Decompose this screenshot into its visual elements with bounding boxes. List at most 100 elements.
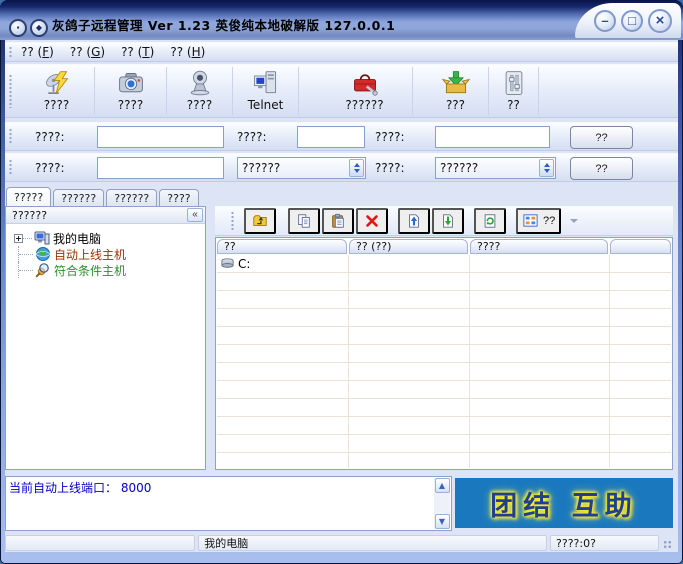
tab-4[interactable]: ???? — [159, 189, 198, 206]
tab-2[interactable]: ?????? — [53, 189, 104, 206]
screen-capture-icon — [116, 69, 146, 97]
field1-label: ????: — [35, 130, 65, 144]
refresh-button[interactable] — [474, 208, 506, 234]
field1-input[interactable] — [97, 126, 224, 148]
titlebar: ▪ ◆ 灰鸽子远程管理 Ver 1.23 英俊纯本地破解版 127.0.0.1 … — [0, 0, 683, 40]
webcam-icon — [185, 69, 215, 97]
file-manager-panel: ?? ?? ?? (??) ???? C: — [215, 206, 673, 470]
status-bar: 我的电脑 ????:0? — [5, 534, 672, 552]
status-panel-2: 我的电脑 — [198, 535, 547, 551]
download-button[interactable] — [432, 208, 464, 234]
scroll-up-icon[interactable]: ▲ — [435, 478, 450, 493]
my-computer-icon — [34, 230, 50, 246]
close-button[interactable]: × — [648, 9, 672, 33]
row2-action-button[interactable]: ?? — [570, 157, 633, 180]
log-scrollbar[interactable]: ▲ ▼ — [434, 478, 450, 529]
rebar-gripper[interactable] — [9, 74, 12, 107]
combo-box-2[interactable]: ?????? — [435, 157, 556, 179]
dropdown-caret-icon[interactable] — [570, 219, 578, 223]
rebar-gripper[interactable] — [9, 159, 12, 176]
remote-control-icon — [42, 69, 72, 97]
file-list: ?? ?? (??) ???? C: — [215, 237, 673, 470]
banner-text: 团结 互助 — [490, 484, 637, 523]
spinner-icon[interactable] — [349, 159, 364, 177]
tree-item-auto-online-hosts[interactable]: 自动上线主机 — [6, 246, 205, 262]
telnet-icon — [251, 69, 281, 97]
toolbox-icon — [350, 69, 380, 97]
toolbar-button-screen-capture[interactable]: ???? — [95, 67, 167, 115]
view-grid-icon — [522, 212, 539, 229]
folder-up-button[interactable] — [244, 208, 276, 234]
combo-box-1[interactable]: ?????? — [237, 157, 366, 179]
maximize-icon: □ — [628, 14, 636, 27]
expand-plus-icon[interactable] — [14, 234, 23, 243]
toolbar-button-settings[interactable]: ?? — [489, 67, 539, 115]
menu-items: ?? (F) ?? (G) ?? (T) ?? (H) — [21, 43, 205, 61]
view-mode-button[interactable]: ?? — [516, 208, 561, 234]
rebar-gripper[interactable] — [231, 211, 234, 231]
upload-icon — [406, 211, 422, 231]
drive-icon — [220, 256, 235, 271]
tab-3[interactable]: ?????? — [106, 189, 157, 206]
refresh-icon — [482, 211, 498, 231]
status-panel-1 — [5, 535, 195, 551]
tab-bar: ????? ?????? ?????? ???? — [6, 187, 199, 206]
folder-up-icon — [252, 211, 268, 231]
download-icon — [440, 211, 456, 231]
field4-label: ????: — [35, 161, 65, 175]
toolbar-button-telnet[interactable]: Telnet — [233, 67, 299, 115]
host-tree-header: ?????? « — [6, 207, 205, 224]
toolbar-button-download[interactable]: ??? — [423, 67, 489, 115]
field2-input[interactable] — [297, 126, 365, 148]
connection-bar-1: ????: ????: ????: ?? — [5, 122, 678, 151]
host-tree-panel: ?????? « 我的电脑 自动上线主机 — [5, 206, 206, 470]
titlebar-rollup-button[interactable]: ▪ — [9, 19, 27, 37]
scroll-down-icon[interactable]: ▼ — [435, 514, 450, 529]
menu-item-t[interactable]: ?? (T) — [121, 45, 154, 59]
client-area: ?? (F) ?? (G) ?? (T) ?? (H) ???? ???? — [5, 40, 678, 552]
globe-icon — [35, 246, 51, 262]
menu-bar: ?? (F) ?? (G) ?? (T) ?? (H) — [5, 42, 678, 62]
field3-input[interactable] — [435, 126, 550, 148]
minimize-button[interactable]: – — [594, 10, 616, 32]
rebar-gripper[interactable] — [9, 46, 12, 58]
delete-button[interactable] — [356, 208, 388, 234]
maximize-button[interactable]: □ — [621, 10, 643, 32]
copy-icon — [296, 211, 312, 231]
column-header-extra[interactable] — [610, 239, 671, 254]
close-icon: × — [656, 13, 665, 28]
log-line: 当前自动上线端口： 8000 — [9, 479, 151, 496]
main-toolbar-buttons: ???? ???? ???? Telnet ?????? — [19, 67, 539, 115]
minimize-icon: – — [601, 14, 608, 27]
paste-button[interactable] — [322, 208, 354, 234]
row1-action-button[interactable]: ?? — [570, 126, 633, 149]
toolbar-button-webcam[interactable]: ???? — [167, 67, 233, 115]
field5-label: ????: — [375, 161, 405, 175]
menu-item-h[interactable]: ?? (H) — [170, 45, 205, 59]
collapse-panel-button[interactable]: « — [187, 208, 203, 222]
window-controls: – □ × — [575, 3, 681, 38]
copy-button[interactable] — [288, 208, 320, 234]
window-title: 灰鸽子远程管理 Ver 1.23 英俊纯本地破解版 127.0.0.1 — [52, 15, 395, 34]
paste-icon — [330, 211, 346, 231]
field4-input[interactable] — [97, 157, 224, 179]
rebar-gripper[interactable] — [9, 128, 12, 145]
toolbar-button-remote-control[interactable]: ???? — [19, 67, 95, 115]
resize-grip[interactable] — [663, 540, 672, 549]
tree-item-my-computer[interactable]: 我的电脑 — [6, 230, 205, 246]
upload-button[interactable] — [398, 208, 430, 234]
toolbar-button-config-tool[interactable]: ?????? — [317, 67, 413, 115]
column-header-size[interactable]: ?? (??) — [349, 239, 468, 254]
menu-item-f[interactable]: ?? (F) — [21, 45, 54, 59]
tab-1[interactable]: ????? — [6, 187, 51, 206]
control-panel-icon — [499, 69, 529, 97]
file-row-drive-c[interactable]: C: — [220, 255, 250, 272]
column-header-type[interactable]: ???? — [470, 239, 608, 254]
tree-item-matching-hosts[interactable]: 符合条件主机 — [6, 262, 205, 278]
menu-item-g[interactable]: ?? (G) — [70, 45, 105, 59]
rollup-icon: ▪ — [17, 24, 20, 32]
spinner-icon[interactable] — [539, 159, 554, 177]
file-list-body: C: — [217, 255, 671, 468]
column-header-name[interactable]: ?? — [217, 239, 347, 254]
titlebar-theme-button[interactable]: ◆ — [30, 19, 48, 37]
